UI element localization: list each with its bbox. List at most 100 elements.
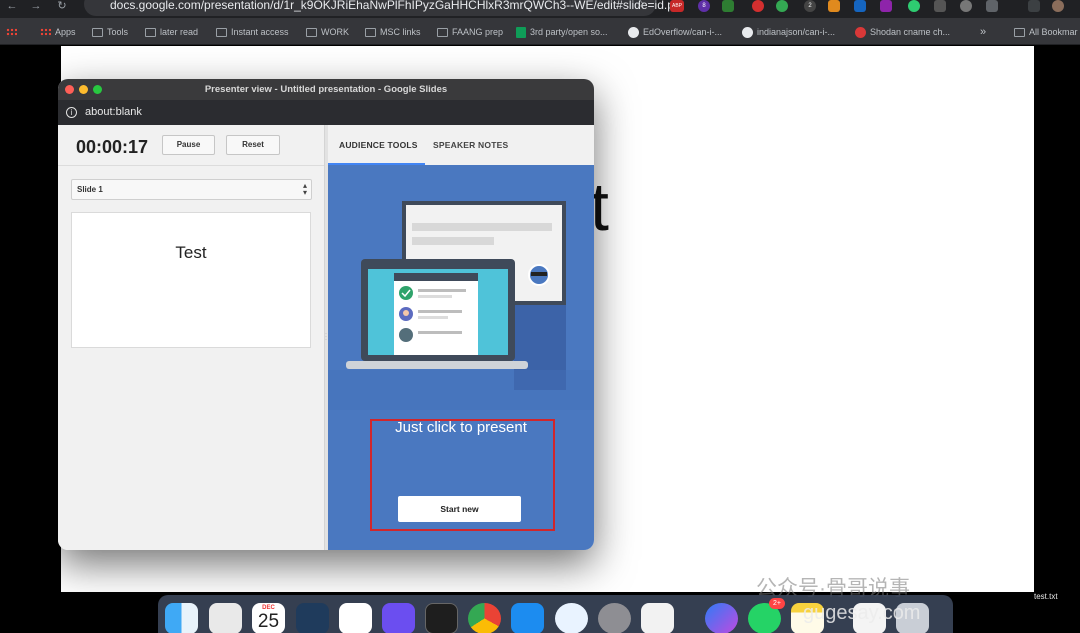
extension-count-icon[interactable]: 2 [804,0,816,12]
github-icon [628,26,639,38]
page-margin-right [1034,46,1080,592]
adblock-icon[interactable]: ABP [670,0,684,12]
slide-thumbnail[interactable]: Test [71,212,311,348]
finder-icon[interactable] [165,603,198,633]
folder-icon [365,27,376,37]
bookmark-3rd-party[interactable]: 3rd party/open so... [516,25,608,39]
bookmark-msc-links[interactable]: MSC links [365,25,421,39]
calendar-day: 25 [257,611,280,632]
extension-green-icon[interactable] [908,0,920,12]
omnibox-url[interactable]: docs.google.com/presentation/d/1r_k9OKJR… [110,0,674,12]
slide-thumbnail-text: Test [175,243,207,262]
extension-eye-icon[interactable] [960,0,972,12]
reset-button[interactable]: Reset [226,135,280,155]
sheets-icon [516,26,526,38]
omnibox[interactable]: docs.google.com/presentation/d/1r_k9OKJR… [84,0,674,16]
tab-speaker-notes[interactable]: SPEAKER NOTES [433,140,508,150]
bookmark-instant-access[interactable]: Instant access [216,25,289,39]
left-pane-divider [58,165,324,166]
folder-icon [145,27,156,37]
bookmark-tools[interactable]: Tools [92,25,128,39]
more-bookmarks-chevron[interactable]: » [980,25,986,39]
bookmark-star-icon[interactable]: ☆ [635,0,646,11]
safari-icon[interactable] [555,603,588,633]
profile-avatar-icon[interactable] [1052,0,1064,12]
presenter-address-bar: i about:blank [58,100,594,125]
launchpad-icon[interactable] [209,603,242,633]
bookmark-later-read[interactable]: later read [145,25,198,39]
bookmark-apps[interactable]: Apps [40,25,76,39]
presenter-right-pane: AUDIENCE TOOLS SPEAKER NOTES Just click … [328,125,594,550]
folder-icon [1014,27,1025,37]
avatar-glasses [531,272,547,276]
laptop-base [346,361,528,369]
extension-orange-icon[interactable] [828,0,840,12]
back-arrow-icon[interactable]: ← [4,0,20,14]
slide-select-value: Slide 1 [77,185,103,194]
participant-avatar-icon [399,328,413,342]
apps-grid-icon [6,27,17,37]
settings-icon[interactable] [598,603,631,633]
phone-mirror-icon[interactable] [641,603,674,633]
messenger-icon[interactable] [705,603,738,633]
reload-icon[interactable]: ↻ [54,0,70,14]
reading-list-icon[interactable] [1028,0,1040,12]
highlight-annotation-box [370,419,555,531]
bookmark-apps-launcher[interactable] [6,25,17,39]
appstore-icon[interactable] [511,603,544,633]
bookmark-shodan[interactable]: Shodan cname ch... [855,25,950,39]
bookmark-work[interactable]: WORK [306,25,349,39]
presentation-timer: 00:00:17 [76,137,149,157]
calendar-icon[interactable]: DEC 25 [252,603,285,633]
presenter-left-pane: 00:00:17 Pause Reset Slide 1 ▴ ▾ Test [58,125,324,550]
desktop-file-label: test.txt [1034,592,1058,601]
check-circle-icon [399,286,413,300]
chrome-icon[interactable] [468,603,501,633]
extension-grammarly-icon[interactable] [776,0,788,12]
extension-sheet-icon[interactable] [722,0,734,12]
folder-icon [437,27,448,37]
extension-bug-icon[interactable] [934,0,946,12]
terminal-icon[interactable] [425,603,458,633]
shodan-icon [855,26,866,38]
page-margin-left [0,46,61,592]
slack-icon[interactable] [339,603,372,633]
browser-toolbar: ← → ↻ docs.google.com/presentation/d/1r_… [0,0,1080,18]
info-icon[interactable]: i [66,107,77,118]
presenter-window: Presenter view - Untitled presentation -… [58,79,594,550]
watermark-site: gugesay.com [803,602,921,624]
card-line [418,295,452,298]
bookmarks-bar: Apps Tools later read Instant access WOR… [0,18,1080,45]
bookmark-faang-prep[interactable]: FAANG prep [437,25,503,39]
bookmark-edoverflow[interactable]: EdOverflow/can-i-... [628,25,722,39]
slide-select[interactable]: Slide 1 ▴ ▾ [71,179,312,200]
extension-badge-icon[interactable]: 8 [698,0,710,12]
pause-button[interactable]: Pause [162,135,215,155]
monitor-line [412,237,494,245]
laptop-card-header [394,273,478,281]
presenter-address: about:blank [85,106,142,118]
whatsapp-badge: 2+ [769,598,785,609]
card-line [418,310,462,313]
all-bookmarks[interactable]: All Bookmar [1014,25,1078,39]
presenter-titlebar[interactable]: Presenter view - Untitled presentation -… [58,79,594,100]
extensions-puzzle-icon[interactable] [986,0,998,12]
extension-red-icon[interactable] [752,0,764,12]
splitter-grip-icon: · · · [325,331,327,343]
select-arrows-icon: ▴ ▾ [302,181,307,197]
presenter-window-title: Presenter view - Untitled presentation -… [204,84,448,95]
tab-audience-tools[interactable]: AUDIENCE TOOLS [339,140,418,150]
folder-icon [306,27,317,37]
bookmark-indianajson[interactable]: indianajson/can-i-... [742,25,835,39]
copilot-icon[interactable] [296,603,329,633]
apps-grid-icon [40,27,51,37]
card-line [418,289,466,292]
shortcut-icon[interactable] [382,603,415,633]
forward-arrow-icon[interactable]: → [28,0,44,14]
screen: ← → ↻ docs.google.com/presentation/d/1r_… [0,0,1080,633]
card-line [418,331,462,334]
monitor-line [412,223,552,231]
participant-face [403,310,409,316]
extension-purple-icon[interactable] [880,0,892,12]
extension-blue-icon[interactable] [854,0,866,12]
